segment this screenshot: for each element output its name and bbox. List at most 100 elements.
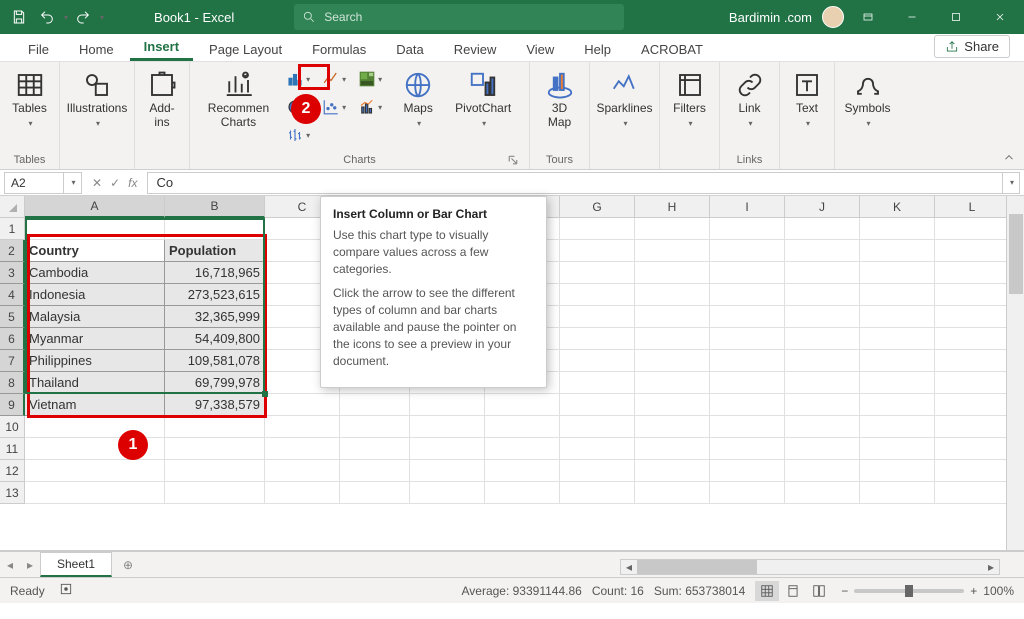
- cell[interactable]: [265, 482, 340, 504]
- undo-dropdown[interactable]: ▾: [64, 13, 68, 22]
- cell[interactable]: [265, 438, 340, 460]
- cell[interactable]: [340, 482, 410, 504]
- tab-home[interactable]: Home: [65, 36, 128, 61]
- cell[interactable]: [635, 438, 710, 460]
- sheet-tab-active[interactable]: Sheet1: [40, 552, 112, 577]
- cell[interactable]: [485, 416, 560, 438]
- cell[interactable]: [485, 460, 560, 482]
- cell[interactable]: [710, 218, 785, 240]
- cell[interactable]: [785, 372, 860, 394]
- cell[interactable]: [935, 460, 1010, 482]
- cell[interactable]: [710, 262, 785, 284]
- cell[interactable]: [935, 350, 1010, 372]
- new-sheet-button[interactable]: ⊕: [116, 558, 140, 572]
- cell[interactable]: [485, 482, 560, 504]
- cell[interactable]: [265, 416, 340, 438]
- column-header[interactable]: B: [165, 196, 265, 218]
- cell[interactable]: [860, 306, 935, 328]
- tab-review[interactable]: Review: [440, 36, 511, 61]
- cell[interactable]: [935, 328, 1010, 350]
- ribbon-options-icon[interactable]: [848, 0, 888, 34]
- close-icon[interactable]: [980, 0, 1020, 34]
- cell[interactable]: [860, 262, 935, 284]
- collapse-ribbon-icon[interactable]: [1002, 151, 1016, 165]
- cell[interactable]: [710, 416, 785, 438]
- maximize-icon[interactable]: [936, 0, 976, 34]
- addins-button[interactable]: Add- ins: [137, 66, 187, 134]
- row-header[interactable]: 9: [0, 394, 25, 416]
- cell[interactable]: [710, 240, 785, 262]
- cell[interactable]: [635, 306, 710, 328]
- zoom-out-button[interactable]: −: [841, 584, 848, 598]
- row-header[interactable]: 13: [0, 482, 25, 504]
- row-header[interactable]: 8: [0, 372, 25, 394]
- cell[interactable]: [935, 372, 1010, 394]
- cell[interactable]: [485, 394, 560, 416]
- pivotchart-button[interactable]: PivotChart▾: [449, 66, 517, 134]
- cell[interactable]: [635, 394, 710, 416]
- select-all-corner[interactable]: [0, 196, 25, 218]
- cell[interactable]: [935, 218, 1010, 240]
- cell[interactable]: [935, 394, 1010, 416]
- row-header[interactable]: 2: [0, 240, 25, 262]
- cell[interactable]: [635, 218, 710, 240]
- cell[interactable]: [935, 284, 1010, 306]
- illustrations-button[interactable]: Illustrations▾: [61, 66, 134, 134]
- zoom-level[interactable]: 100%: [983, 584, 1014, 598]
- row-header[interactable]: 11: [0, 438, 25, 460]
- cell[interactable]: [635, 372, 710, 394]
- cell[interactable]: [935, 240, 1010, 262]
- fill-handle[interactable]: [262, 391, 268, 397]
- cell[interactable]: [410, 416, 485, 438]
- sheet-nav-next[interactable]: ▸: [20, 558, 40, 572]
- sparklines-button[interactable]: Sparklines▾: [590, 66, 658, 134]
- cell[interactable]: [635, 262, 710, 284]
- cell[interactable]: [860, 438, 935, 460]
- cell[interactable]: [265, 460, 340, 482]
- tab-help[interactable]: Help: [570, 36, 625, 61]
- row-header[interactable]: 4: [0, 284, 25, 306]
- maps-button[interactable]: Maps▾: [393, 66, 443, 134]
- scatter-chart-button[interactable]: ▾: [317, 94, 351, 120]
- cell[interactable]: [860, 394, 935, 416]
- cell[interactable]: [635, 328, 710, 350]
- cell[interactable]: [560, 284, 635, 306]
- cell[interactable]: [710, 284, 785, 306]
- row-header[interactable]: 12: [0, 460, 25, 482]
- link-button[interactable]: Link▾: [725, 66, 775, 134]
- cell[interactable]: [710, 372, 785, 394]
- cell[interactable]: [935, 262, 1010, 284]
- column-header[interactable]: A: [25, 196, 165, 218]
- tab-insert[interactable]: Insert: [130, 33, 193, 61]
- tab-acrobat[interactable]: ACROBAT: [627, 36, 717, 61]
- row-header[interactable]: 6: [0, 328, 25, 350]
- sheet-nav-prev[interactable]: ◂: [0, 558, 20, 572]
- tab-page-layout[interactable]: Page Layout: [195, 36, 296, 61]
- cell[interactable]: [560, 460, 635, 482]
- cell[interactable]: [860, 240, 935, 262]
- cell[interactable]: [485, 438, 560, 460]
- account-name[interactable]: Bardimin .com: [729, 10, 812, 25]
- cell[interactable]: [710, 482, 785, 504]
- cell[interactable]: [560, 394, 635, 416]
- name-box[interactable]: A2: [4, 172, 64, 194]
- cell[interactable]: [340, 394, 410, 416]
- qat-customize[interactable]: ▾: [100, 13, 104, 22]
- cell[interactable]: [560, 416, 635, 438]
- column-header[interactable]: K: [860, 196, 935, 218]
- row-header[interactable]: 1: [0, 218, 25, 240]
- cell[interactable]: [935, 416, 1010, 438]
- undo-icon[interactable]: [34, 4, 60, 30]
- row-header[interactable]: 5: [0, 306, 25, 328]
- tab-data[interactable]: Data: [382, 36, 437, 61]
- page-layout-view-button[interactable]: [781, 581, 805, 601]
- cell[interactable]: [340, 416, 410, 438]
- filters-button[interactable]: Filters▾: [665, 66, 715, 134]
- cell[interactable]: [710, 328, 785, 350]
- column-header[interactable]: L: [935, 196, 1010, 218]
- cell[interactable]: [635, 240, 710, 262]
- cell[interactable]: [560, 218, 635, 240]
- cell[interactable]: [935, 438, 1010, 460]
- share-button[interactable]: Share: [934, 35, 1010, 58]
- cell[interactable]: [635, 350, 710, 372]
